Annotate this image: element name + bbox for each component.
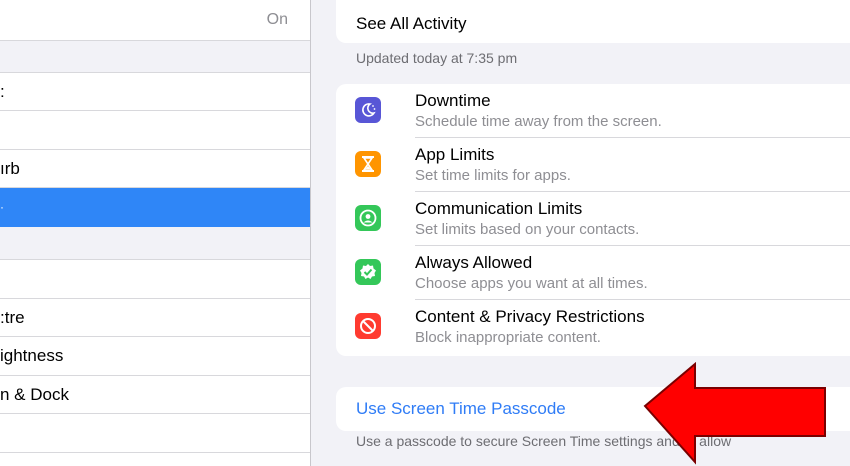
no-entry-icon bbox=[355, 313, 381, 339]
sidebar-item-control-centre[interactable]: :tre bbox=[0, 299, 310, 337]
feature-row-app-limits[interactable]: App Limits Set time limits for apps. bbox=[336, 138, 850, 192]
checkmark-badge-icon bbox=[355, 259, 381, 285]
sidebar-item-label: n & Dock bbox=[0, 384, 69, 404]
feature-title: Always Allowed bbox=[415, 253, 533, 272]
downtime-icon bbox=[355, 97, 381, 123]
sidebar-item[interactable] bbox=[0, 414, 310, 453]
sidebar-item-home-screen-dock[interactable]: n & Dock bbox=[0, 376, 310, 414]
see-all-activity-row[interactable]: See All Activity bbox=[336, 0, 850, 43]
feature-subtitle: Schedule time away from the screen. bbox=[415, 113, 662, 130]
hourglass-icon bbox=[355, 151, 381, 177]
sidebar-item[interactable]: : bbox=[0, 73, 310, 111]
sidebar-item-screen-time[interactable]: · bbox=[0, 188, 310, 227]
feature-row-always-allowed[interactable]: Always Allowed Choose apps you want at a… bbox=[336, 246, 850, 300]
sidebar-item-label: : bbox=[0, 81, 5, 101]
features-list: Downtime Schedule time away from the scr… bbox=[336, 84, 850, 356]
sidebar-row-value: On bbox=[266, 11, 288, 28]
sidebar-item-do-not-disturb[interactable]: ırb bbox=[0, 150, 310, 188]
feature-title: App Limits bbox=[415, 145, 495, 164]
sidebar-item[interactable] bbox=[0, 260, 310, 299]
sidebar-section-gap bbox=[0, 41, 310, 73]
contact-icon bbox=[355, 205, 381, 231]
sidebar-row-toggle[interactable]: On bbox=[0, 0, 310, 41]
feature-subtitle: Block inappropriate content. bbox=[415, 329, 601, 346]
feature-row-content-privacy[interactable]: Content & Privacy Restrictions Block ina… bbox=[336, 300, 850, 354]
red-arrow-annotation-icon bbox=[643, 362, 826, 465]
feature-title: Downtime bbox=[415, 91, 491, 110]
sidebar-item-label: :tre bbox=[0, 307, 25, 327]
feature-title: Content & Privacy Restrictions bbox=[415, 307, 645, 326]
updated-timestamp: Updated today at 7:35 pm bbox=[356, 50, 518, 66]
sidebar-item[interactable] bbox=[0, 111, 310, 150]
use-screen-time-passcode-link[interactable]: Use Screen Time Passcode bbox=[356, 399, 566, 419]
feature-title: Communication Limits bbox=[415, 199, 583, 218]
sidebar-section-gap bbox=[0, 227, 310, 260]
sidebar-item-label: ırb bbox=[0, 158, 20, 178]
feature-subtitle: Choose apps you want at all times. bbox=[415, 275, 648, 292]
feature-row-downtime[interactable]: Downtime Schedule time away from the scr… bbox=[336, 84, 850, 138]
sidebar-item-display-brightness[interactable]: ightness bbox=[0, 337, 310, 376]
see-all-activity-label: See All Activity bbox=[356, 14, 467, 33]
feature-subtitle: Set limits based on your contacts. bbox=[415, 221, 640, 238]
feature-row-communication-limits[interactable]: Communication Limits Set limits based on… bbox=[336, 192, 850, 246]
feature-subtitle: Set time limits for apps. bbox=[415, 167, 571, 184]
sidebar-item-label: ightness bbox=[0, 346, 64, 365]
settings-sidebar: On : ırb · :tre ightness n & Dock bbox=[0, 0, 311, 466]
sidebar-item-selected-marker: · bbox=[0, 200, 4, 214]
